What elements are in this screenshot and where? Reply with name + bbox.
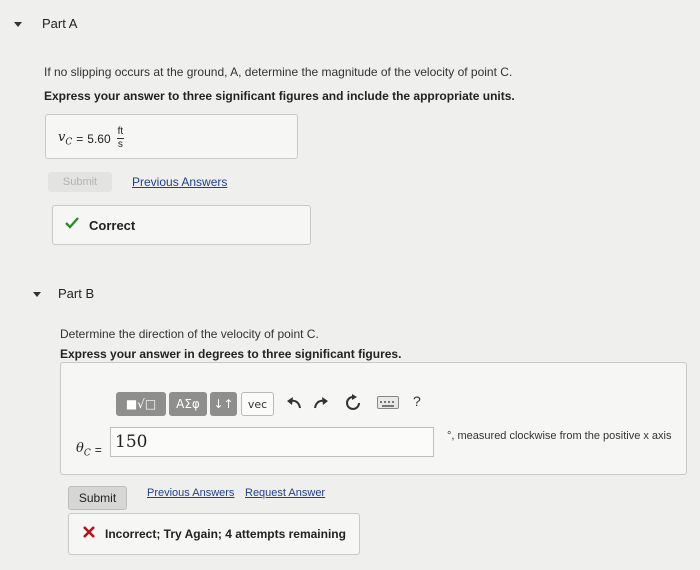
- part-b-answer-input[interactable]: 150: [110, 427, 434, 457]
- part-b-feedback-text: Incorrect; Try Again; 4 attempts remaini…: [105, 527, 346, 541]
- part-b-answer-symbol: θ: [76, 441, 84, 456]
- math-templates-button[interactable]: ■√□: [116, 392, 166, 416]
- part-b-unit-text: °, measured clockwise from the positive …: [447, 430, 672, 442]
- vec-label: vec: [247, 397, 268, 411]
- math-templates-icon: ■√□: [125, 397, 157, 411]
- part-a-answer-sub: C: [65, 137, 73, 148]
- part-a-equals: =: [76, 131, 84, 146]
- part-a-question: If no slipping occurs at the ground, A, …: [44, 65, 512, 79]
- part-b-submit-button[interactable]: Submit: [68, 486, 127, 510]
- greek-symbols-icon: AΣφ: [176, 397, 200, 411]
- part-a-question-text: If no slipping occurs at the ground, A, …: [44, 65, 513, 79]
- redo-icon[interactable]: [312, 395, 330, 416]
- part-a-unit-fraction: ft s: [116, 126, 125, 150]
- part-b-previous-answers-link[interactable]: Previous Answers: [147, 487, 234, 499]
- part-b-answer-panel: ■√□ AΣφ ↓↑ vec ? θC = 150 °, measured cl…: [60, 362, 687, 475]
- part-b-answer-value: 150: [115, 432, 148, 452]
- part-a-previous-answers-link[interactable]: Previous Answers: [132, 175, 227, 189]
- check-icon: [65, 216, 79, 234]
- part-b-request-answer-link[interactable]: Request Answer: [245, 487, 325, 499]
- part-a-feedback-box: Correct: [52, 205, 311, 245]
- part-a-answer-value: 5.60: [87, 131, 111, 146]
- part-b-equals: =: [94, 442, 102, 457]
- arrows-icon: ↓↑: [213, 397, 234, 411]
- part-a-feedback-text: Correct: [89, 217, 136, 233]
- part-b-answer-var: θC: [76, 441, 91, 459]
- part-a-title[interactable]: Part A: [42, 16, 77, 31]
- part-a-collapse-caret[interactable]: [14, 22, 22, 27]
- part-b-feedback-box: Incorrect; Try Again; 4 attempts remaini…: [68, 513, 360, 555]
- part-a-answer-row: vC = 5.60 ft s: [58, 126, 125, 150]
- part-a-answer-label: vC: [58, 130, 72, 148]
- help-icon[interactable]: ?: [413, 393, 421, 409]
- arrows-button[interactable]: ↓↑: [210, 392, 237, 416]
- part-b-collapse-caret[interactable]: [33, 292, 41, 297]
- part-a-unit-numerator: ft: [116, 126, 125, 139]
- part-a-instruction: Express your answer to three significant…: [44, 89, 515, 103]
- x-icon: [83, 525, 95, 543]
- part-b-title[interactable]: Part B: [58, 286, 94, 301]
- keyboard-icon[interactable]: [377, 396, 399, 409]
- part-b-answer-sub: C: [83, 448, 91, 459]
- greek-symbols-button[interactable]: AΣφ: [169, 392, 207, 416]
- undo-icon[interactable]: [285, 395, 303, 416]
- part-b-answer-label: θC =: [76, 441, 102, 459]
- part-a-unit-denominator: s: [117, 139, 123, 150]
- part-b-question: Determine the direction of the velocity …: [60, 327, 319, 341]
- part-b-instruction: Express your answer in degrees to three …: [60, 347, 402, 361]
- part-a-answer-box: vC = 5.60 ft s: [45, 114, 298, 159]
- part-a-submit-button[interactable]: Submit: [48, 172, 112, 192]
- vec-button[interactable]: vec: [241, 392, 274, 416]
- reset-icon[interactable]: [344, 394, 362, 417]
